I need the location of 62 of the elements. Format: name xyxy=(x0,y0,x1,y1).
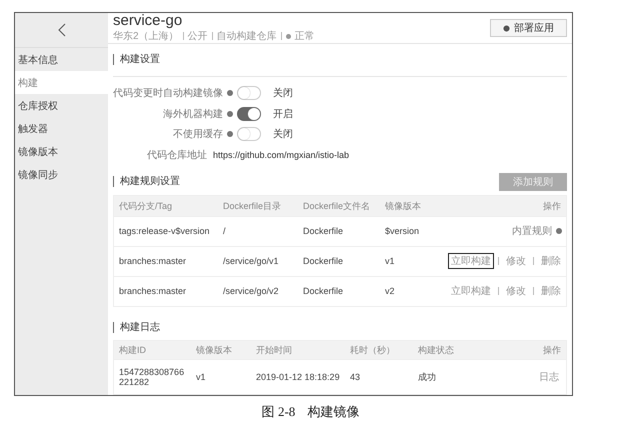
action-link[interactable]: 修改 xyxy=(503,283,529,300)
column-header: 操作 xyxy=(542,345,562,356)
figure-number: 图 2-8 xyxy=(262,403,296,421)
sidebar-item[interactable]: 镜像版本 xyxy=(15,140,108,163)
sidebar-item[interactable]: 镜像同步 xyxy=(15,163,108,186)
column-header: 操作 xyxy=(542,200,562,211)
toggle-state-text: 开启 xyxy=(273,108,293,121)
sidebar-item[interactable]: 仓库授权 xyxy=(15,94,108,117)
figure-caption: 构建镜像 xyxy=(307,403,360,421)
builtin-rule-text: 内置规则 xyxy=(512,224,552,238)
visibility-text: 公开 xyxy=(188,30,208,43)
log-link[interactable]: 日志 xyxy=(536,369,562,386)
column-header: 构建ID xyxy=(118,345,147,356)
table-cell-text: v1 xyxy=(195,372,207,382)
table-cell-text: 成功 xyxy=(417,372,437,382)
table-cell-text: v2 xyxy=(384,286,396,296)
sidebar-item[interactable]: 构建 xyxy=(15,71,108,94)
table-cell-text: branches:master xyxy=(118,286,188,296)
table-cell-text: Dockerfile xyxy=(302,286,344,296)
add-rule-button[interactable]: 添加规则 xyxy=(499,172,567,191)
table-cell-text: tags:release-v$version xyxy=(118,226,211,236)
column-header: 开始时间 xyxy=(255,345,293,356)
deploy-button[interactable]: 部署应用 xyxy=(490,19,567,37)
region-text: 华东2（上海） xyxy=(113,30,179,43)
setting-label: 海外机器构建 xyxy=(162,108,223,121)
setting-label: 不使用缓存 xyxy=(172,128,223,142)
table-cell-text: 1547288308766221282 xyxy=(118,367,186,388)
section-title: 构建日志 xyxy=(113,322,160,333)
section-title: 构建规则设置 xyxy=(113,176,180,188)
repo-address-link[interactable]: https://github.com/mgxian/istio-lab xyxy=(213,150,350,160)
action-link[interactable]: 立即构建 xyxy=(448,283,494,300)
toggle-state-text: 关闭 xyxy=(273,86,293,100)
column-header: Dockerfile文件名 xyxy=(302,200,372,211)
column-header: 耗时（秒） xyxy=(349,345,396,356)
column-header: 构建状态 xyxy=(417,345,455,356)
action-link[interactable]: 修改 xyxy=(503,253,529,270)
action-link[interactable]: 立即构建 xyxy=(448,253,494,270)
repo-address-label: 代码仓库地址 xyxy=(146,148,207,162)
table-cell-text: v1 xyxy=(384,256,396,266)
column-header: 镜像版本 xyxy=(384,200,422,211)
table-cell-text: /service/go/v2 xyxy=(222,286,280,296)
action-link[interactable]: 删除 xyxy=(538,253,564,270)
status-text: 正常 xyxy=(294,30,315,43)
sidebar-item[interactable]: 触发器 xyxy=(15,117,108,140)
column-header: 镜像版本 xyxy=(195,345,233,356)
column-header: Dockerfile目录 xyxy=(222,200,282,211)
sidebar-item[interactable]: 基本信息 xyxy=(15,48,108,71)
table-cell-text: /service/go/v1 xyxy=(222,256,280,266)
toggle-state-text: 关闭 xyxy=(273,128,293,142)
repository-type-text: 自动构建仓库 xyxy=(216,30,277,43)
column-header: 代码分支/Tag xyxy=(118,200,174,211)
setting-label: 代码变更时自动构建镜像 xyxy=(113,86,223,100)
table-cell-text: 43 xyxy=(349,372,362,382)
table-cell-text: / xyxy=(222,226,227,236)
repository-title: service-go xyxy=(113,13,184,29)
section-title: 构建设置 xyxy=(113,54,160,65)
action-link[interactable]: 删除 xyxy=(538,283,564,300)
table-cell-text: branches:master xyxy=(118,256,188,266)
table-cell-text: $version xyxy=(384,226,420,236)
table-cell-text: 2019-01-12 18:18:29 xyxy=(255,372,341,382)
table-cell-text: Dockerfile xyxy=(302,256,344,266)
table-cell-text: Dockerfile xyxy=(302,226,344,236)
